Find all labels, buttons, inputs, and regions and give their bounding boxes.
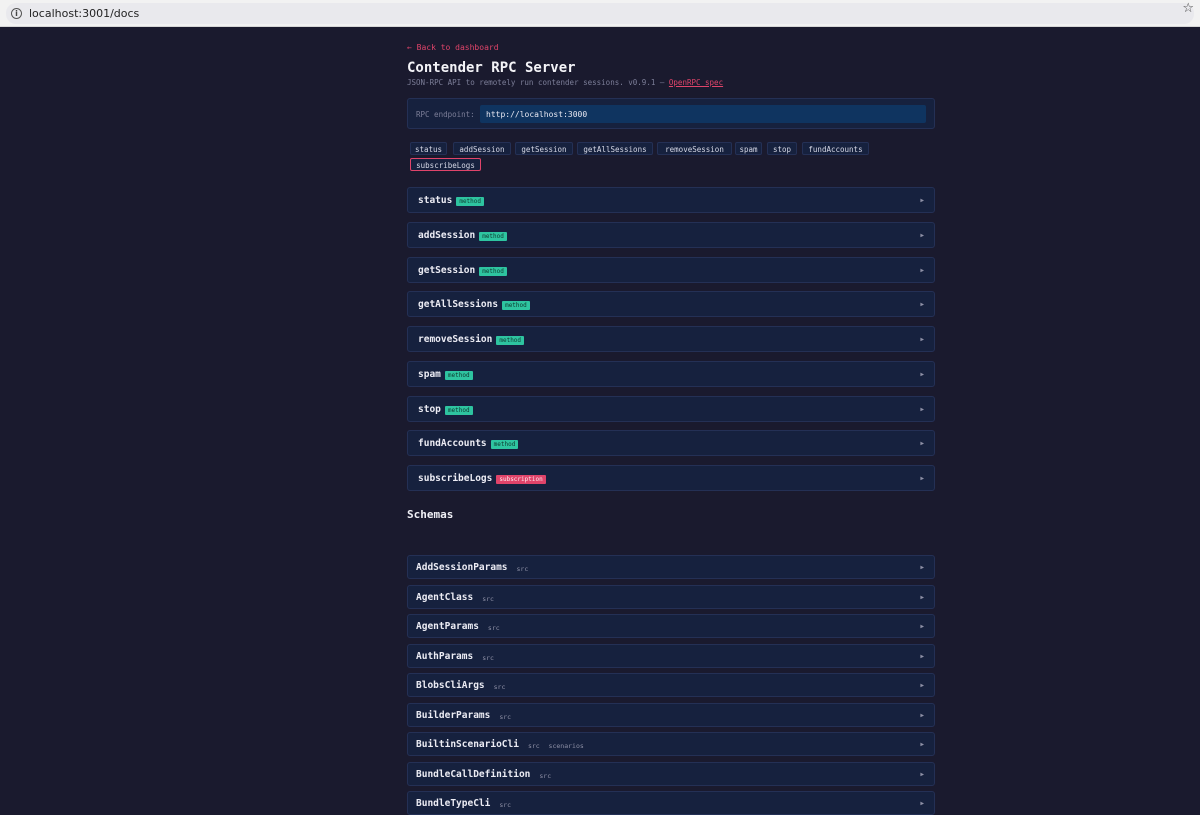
schema-row-agent-class[interactable]: AgentClass src ▶	[407, 584, 935, 609]
method-name: status	[418, 195, 453, 206]
method-badge: method	[502, 301, 530, 311]
rpc-endpoint-label: RPC endpoint:	[416, 110, 475, 119]
method-row-subscribe-logs[interactable]: subscribeLogs subscription ▶	[407, 465, 935, 491]
subtitle-text: JSON-RPC API to remotely run contender s…	[407, 78, 669, 87]
method-row-get-all-sessions[interactable]: getAllSessions method ▶	[407, 291, 935, 318]
method-name: removeSession	[418, 334, 493, 345]
expand-arrow-icon[interactable]: ▶	[920, 653, 924, 660]
method-row-get-session[interactable]: getSession method ▶	[407, 256, 935, 283]
expand-arrow-icon[interactable]: ▶	[920, 594, 924, 601]
schema-name: AgentClass	[416, 591, 474, 603]
schema-name: AddSessionParams	[416, 562, 508, 573]
chip-subscribe-logs[interactable]: subscribeLogs	[410, 158, 481, 171]
schema-name: BundleTypeCli	[416, 798, 491, 809]
expand-arrow-icon[interactable]: ▶	[920, 197, 924, 204]
method-name: spam	[418, 368, 441, 380]
bookmark-star-icon[interactable]: ☆	[1182, 1, 1194, 16]
schema-tag-src[interactable]: src	[488, 624, 500, 632]
method-name: getSession	[418, 264, 476, 276]
chip-get-session[interactable]: getSession	[515, 142, 573, 155]
schema-name: BuilderParams	[416, 709, 491, 721]
schema-name: AuthParams	[416, 650, 474, 662]
expand-arrow-icon[interactable]: ▶	[920, 371, 924, 378]
subscription-badge: subscription	[496, 475, 546, 484]
method-badge: method	[479, 231, 507, 241]
method-name: getAllSessions	[418, 299, 499, 311]
page-title: Contender RPC Server	[407, 60, 576, 76]
method-row-spam[interactable]: spam method ▶	[407, 360, 935, 387]
schema-row-bundle-call-definition[interactable]: BundleCallDefinition src ▶	[407, 761, 935, 786]
schema-tag-src[interactable]: src	[494, 683, 506, 691]
chip-status[interactable]: status	[410, 142, 447, 155]
chip-remove-session[interactable]: removeSession	[657, 142, 732, 155]
schema-row-add-session-params[interactable]: AddSessionParams src ▶	[407, 555, 935, 579]
schema-name: BlobsCliArgs	[416, 680, 485, 691]
expand-arrow-icon[interactable]: ▶	[920, 267, 924, 274]
address-bar[interactable]: i localhost:3001/docs	[6, 3, 1194, 24]
method-name: stop	[418, 403, 441, 415]
schema-tag-src[interactable]: src	[482, 595, 494, 603]
method-row-status[interactable]: status method ▶	[407, 187, 935, 213]
schema-row-agent-params[interactable]: AgentParams src ▶	[407, 614, 935, 638]
schema-row-auth-params[interactable]: AuthParams src ▶	[407, 643, 935, 668]
schema-tag-src[interactable]: src	[482, 654, 494, 662]
page-subtitle: JSON-RPC API to remotely run contender s…	[407, 78, 723, 87]
expand-arrow-icon[interactable]: ▶	[920, 741, 924, 748]
schema-row-blobs-cli-args[interactable]: BlobsCliArgs src ▶	[407, 673, 935, 697]
schema-name: BundleCallDefinition	[416, 768, 531, 780]
expand-arrow-icon[interactable]: ▶	[920, 336, 924, 343]
method-name: subscribeLogs	[418, 473, 493, 484]
address-url[interactable]: localhost:3001/docs	[29, 7, 139, 20]
schema-tag-src[interactable]: src	[528, 742, 540, 750]
method-row-remove-session[interactable]: removeSession method ▶	[407, 326, 935, 352]
rpc-endpoint-panel: RPC endpoint:	[407, 98, 935, 129]
openrpc-spec-link[interactable]: OpenRPC spec	[669, 78, 723, 87]
expand-arrow-icon[interactable]: ▶	[920, 440, 924, 447]
browser-toolbar: i localhost:3001/docs ☆	[0, 0, 1200, 27]
schema-name: AgentParams	[416, 621, 479, 632]
expand-arrow-icon[interactable]: ▶	[920, 475, 924, 482]
back-to-dashboard-link[interactable]: ← Back to dashboard	[407, 43, 499, 52]
expand-arrow-icon[interactable]: ▶	[920, 301, 924, 308]
expand-arrow-icon[interactable]: ▶	[920, 406, 924, 413]
schemas-heading: Schemas	[407, 508, 454, 521]
schema-tag-src[interactable]: src	[499, 713, 511, 721]
schema-tag-src[interactable]: src	[539, 772, 551, 780]
rpc-endpoint-input[interactable]	[480, 105, 926, 123]
method-name: fundAccounts	[418, 438, 487, 450]
method-badge: method	[444, 370, 473, 380]
schema-tag-scenarios[interactable]: scenarios	[549, 742, 584, 750]
method-row-fund-accounts[interactable]: fundAccounts method ▶	[407, 430, 935, 457]
method-name: addSession	[418, 229, 476, 241]
expand-arrow-icon[interactable]: ▶	[920, 564, 924, 571]
schema-tag-src[interactable]: src	[517, 565, 529, 573]
expand-arrow-icon[interactable]: ▶	[920, 232, 924, 239]
method-row-stop[interactable]: stop method ▶	[407, 395, 935, 422]
site-info-icon[interactable]: i	[11, 8, 22, 19]
expand-arrow-icon[interactable]: ▶	[920, 712, 924, 719]
expand-arrow-icon[interactable]: ▶	[920, 771, 924, 778]
chip-get-all-sessions[interactable]: getAllSessions	[577, 142, 653, 155]
docs-page: ← Back to dashboard Contender RPC Server…	[0, 27, 1200, 815]
schema-tag-src[interactable]: src	[499, 801, 511, 809]
method-badge: method	[496, 336, 525, 345]
expand-arrow-icon[interactable]: ▶	[920, 623, 924, 630]
schema-row-builtin-scenario-cli[interactable]: BuiltinScenarioCli src scenarios ▶	[407, 732, 935, 756]
schema-name: BuiltinScenarioCli	[416, 739, 519, 750]
chip-fund-accounts[interactable]: fundAccounts	[802, 142, 869, 155]
method-badge: method	[456, 197, 485, 206]
method-badge: method	[479, 266, 507, 276]
method-badge: method	[444, 405, 473, 415]
method-badge: method	[490, 440, 519, 450]
chip-spam[interactable]: spam	[735, 142, 762, 155]
chip-add-session[interactable]: addSession	[453, 142, 511, 155]
method-row-add-session[interactable]: addSession method ▶	[407, 221, 935, 248]
expand-arrow-icon[interactable]: ▶	[920, 682, 924, 689]
expand-arrow-icon[interactable]: ▶	[920, 800, 924, 807]
chip-stop[interactable]: stop	[767, 142, 797, 155]
schema-row-builder-params[interactable]: BuilderParams src ▶	[407, 702, 935, 727]
schema-row-bundle-type-cli[interactable]: BundleTypeCli src ▶	[407, 791, 935, 815]
